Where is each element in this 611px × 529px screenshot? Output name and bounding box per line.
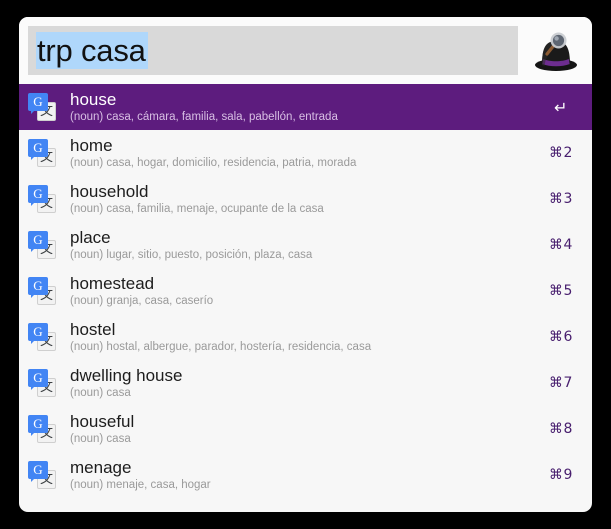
shortcut-hint: ⌘5: [549, 283, 573, 299]
return-key-icon: ↵: [554, 97, 568, 117]
translate-source-glyph-text: G: [33, 462, 43, 477]
result-text-block: home (noun) casa, hogar, domicilio, resid…: [70, 135, 530, 171]
result-text-block: hostel (noun) hostal, albergue, parador, …: [70, 319, 530, 355]
shortcut-hint: ⌘6: [549, 329, 573, 345]
result-title: houseful: [70, 412, 135, 431]
translate-source-glyph: G: [28, 323, 48, 344]
translate-source-glyph: G: [28, 185, 48, 206]
search-input-value: trp casa: [36, 32, 148, 69]
result-subtitle: (noun) lugar, sitio, puesto, posición, p…: [70, 249, 313, 261]
shortcut-hint: ⌘8: [549, 421, 573, 437]
translate-source-glyph-text: G: [33, 94, 43, 109]
google-translate-icon: 文G: [28, 461, 56, 489]
translate-source-glyph-text: G: [33, 140, 43, 155]
result-title: hostel: [70, 320, 116, 339]
shortcut-hint: ⌘9: [549, 467, 573, 483]
google-translate-icon: 文G: [28, 93, 56, 121]
translate-source-glyph: G: [28, 461, 48, 482]
result-row[interactable]: 文 G house (noun) casa, cámara, familia, sal…: [19, 84, 592, 130]
result-subtitle: (noun) casa: [70, 433, 131, 445]
translate-source-glyph-text: G: [33, 416, 43, 431]
result-text-block: household (noun) casa, familia, menaje, o…: [70, 181, 530, 217]
shortcut-hint: ⌘2: [549, 145, 573, 161]
google-translate-icon: 文G: [28, 415, 56, 443]
result-row[interactable]: 文 G hostel (noun) hostal, albergue, parador…: [19, 314, 592, 360]
result-subtitle: (noun) menaje, casa, hogar: [70, 479, 211, 491]
result-subtitle: (noun) granja, casa, caserío: [70, 295, 214, 307]
search-input[interactable]: trp casa: [28, 26, 518, 75]
result-row[interactable]: 文 G houseful (noun) casa ⌘8: [19, 406, 592, 452]
result-text-block: homestead (noun) granja, casa, caserío: [70, 273, 530, 309]
shortcut-hint: ⌘4: [549, 237, 573, 253]
results-list: 文 G house (noun) casa, cámara, familia, sal…: [19, 84, 592, 498]
result-subtitle: (noun) casa, familia, menaje, ocupante d…: [70, 203, 324, 215]
translate-source-glyph: G: [28, 277, 48, 298]
result-text-block: place (noun) lugar, sitio, puesto, posici…: [70, 227, 530, 263]
result-row[interactable]: 文 G place (noun) lugar, sitio, puesto, posi…: [19, 222, 592, 268]
translate-source-glyph-text: G: [33, 232, 43, 247]
result-title: menage: [70, 458, 132, 477]
result-text-block: houseful (noun) casa: [70, 411, 530, 447]
alfred-hat-magnifier-icon: [533, 29, 579, 73]
translate-source-glyph-text: G: [33, 370, 43, 385]
result-row[interactable]: 文 G home (noun) casa, hogar, domicilio, res…: [19, 130, 592, 176]
search-bar: trp casa: [19, 17, 592, 84]
translate-source-glyph: G: [28, 93, 48, 114]
shortcut-hint: ⌘3: [549, 191, 573, 207]
result-subtitle: (noun) casa, cámara, familia, sala, pabe…: [70, 111, 338, 123]
result-subtitle: (noun) casa: [70, 387, 131, 399]
result-subtitle: (noun) hostal, albergue, parador, hoster…: [70, 341, 372, 353]
google-translate-icon: 文G: [28, 139, 56, 167]
result-subtitle: (noun) casa, hogar, domicilio, residenci…: [70, 157, 357, 169]
google-translate-icon: 文G: [28, 323, 56, 351]
translate-source-glyph: G: [28, 415, 48, 436]
result-row[interactable]: 文 G household (noun) casa, familia, menaje,…: [19, 176, 592, 222]
result-text-block: house (noun) casa, cámara, familia, sala,…: [70, 89, 530, 125]
result-text-block: dwelling house (noun) casa: [70, 365, 530, 401]
alfred-window: trp casa 文 G house (noun) casa, cámara, fam…: [19, 17, 592, 512]
result-text-block: menage (noun) menaje, casa, hogar: [70, 457, 530, 493]
result-title: household: [70, 182, 149, 201]
result-row[interactable]: 文 G dwelling house (noun) casa ⌘7: [19, 360, 592, 406]
result-title: homestead: [70, 274, 155, 293]
result-title: home: [70, 136, 113, 155]
result-title: house: [70, 90, 117, 109]
translate-source-glyph: G: [28, 231, 48, 252]
translate-source-glyph-text: G: [33, 186, 43, 201]
google-translate-icon: 文G: [28, 231, 56, 259]
shortcut-hint: ⌘7: [549, 375, 573, 391]
google-translate-icon: 文G: [28, 369, 56, 397]
google-translate-icon: 文G: [28, 277, 56, 305]
translate-source-glyph-text: G: [33, 278, 43, 293]
google-translate-icon: 文G: [28, 185, 56, 213]
result-row[interactable]: 文 G menage (noun) menaje, casa, hogar ⌘9: [19, 452, 592, 498]
result-title: place: [70, 228, 111, 247]
result-row[interactable]: 文 G homestead (noun) granja, casa, caserío ⌘…: [19, 268, 592, 314]
translate-source-glyph-text: G: [33, 324, 43, 339]
translate-source-glyph: G: [28, 139, 48, 160]
result-title: dwelling house: [70, 366, 183, 385]
translate-source-glyph: G: [28, 369, 48, 390]
